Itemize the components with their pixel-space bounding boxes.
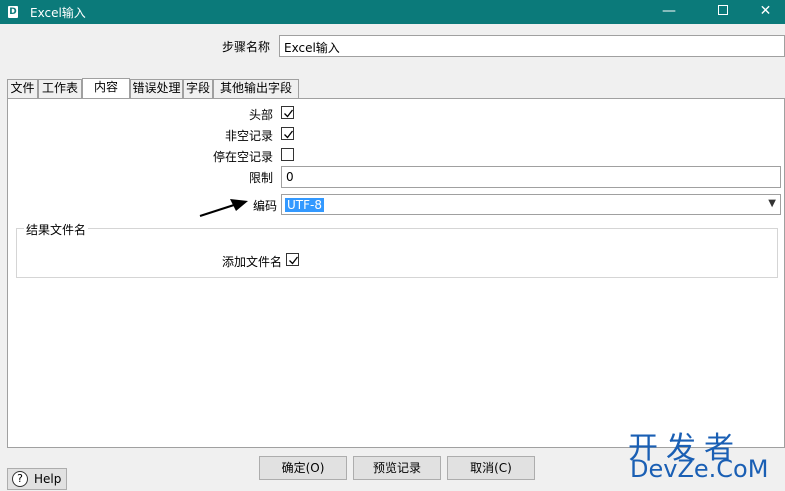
- add-filename-checkbox[interactable]: [286, 253, 299, 266]
- check-icon: [289, 256, 299, 265]
- ok-button[interactable]: 确定(O): [259, 456, 347, 480]
- tab-file[interactable]: 文件: [7, 79, 38, 98]
- tab-sheet[interactable]: 工作表: [38, 79, 82, 98]
- close-button[interactable]: ✕: [746, 0, 785, 24]
- non-empty-checkbox[interactable]: [281, 127, 294, 140]
- stop-on-empty-label: 停在空记录: [213, 150, 274, 164]
- limit-label: 限制: [249, 171, 274, 185]
- maximize-button[interactable]: [700, 0, 746, 24]
- encoding-label: 编码: [253, 199, 278, 213]
- tab-content[interactable]: 内容: [82, 78, 130, 99]
- header-checkbox[interactable]: [281, 106, 294, 119]
- annotation-arrow-icon: [199, 199, 248, 217]
- header-label: 头部: [249, 108, 274, 122]
- kettle-app-icon: D: [8, 6, 18, 18]
- help-button[interactable]: ? Help: [7, 468, 67, 490]
- result-file-group-title: 结果文件名: [24, 221, 89, 238]
- help-icon: ?: [12, 471, 28, 487]
- tab-fields[interactable]: 字段: [183, 79, 213, 98]
- tab-other-output-fields[interactable]: 其他输出字段: [213, 79, 299, 98]
- watermark-site: DevZe.CoM: [630, 455, 769, 483]
- step-name-label: 步骤名称: [222, 40, 271, 54]
- encoding-select[interactable]: UTF-8 ▼: [281, 194, 781, 215]
- add-filename-label: 添加文件名: [222, 255, 283, 269]
- window-title: Excel输入: [30, 6, 86, 20]
- preview-button[interactable]: 预览记录: [353, 456, 441, 480]
- help-label: Help: [34, 472, 62, 486]
- non-empty-label: 非空记录: [225, 129, 274, 143]
- minimize-button[interactable]: —: [646, 0, 692, 24]
- maximize-icon: [718, 5, 728, 15]
- stop-on-empty-checkbox[interactable]: [281, 148, 294, 161]
- cancel-button[interactable]: 取消(C): [447, 456, 535, 480]
- check-icon: [284, 109, 294, 118]
- check-icon: [284, 130, 294, 139]
- encoding-value: UTF-8: [285, 198, 324, 212]
- result-file-group: [16, 228, 778, 278]
- title-bar: D Excel输入 — ✕: [0, 0, 785, 24]
- tab-error-handling[interactable]: 错误处理: [130, 79, 183, 98]
- chevron-down-icon[interactable]: ▼: [768, 198, 776, 209]
- limit-input[interactable]: 0: [281, 166, 781, 188]
- step-name-input[interactable]: Excel输入: [279, 35, 785, 57]
